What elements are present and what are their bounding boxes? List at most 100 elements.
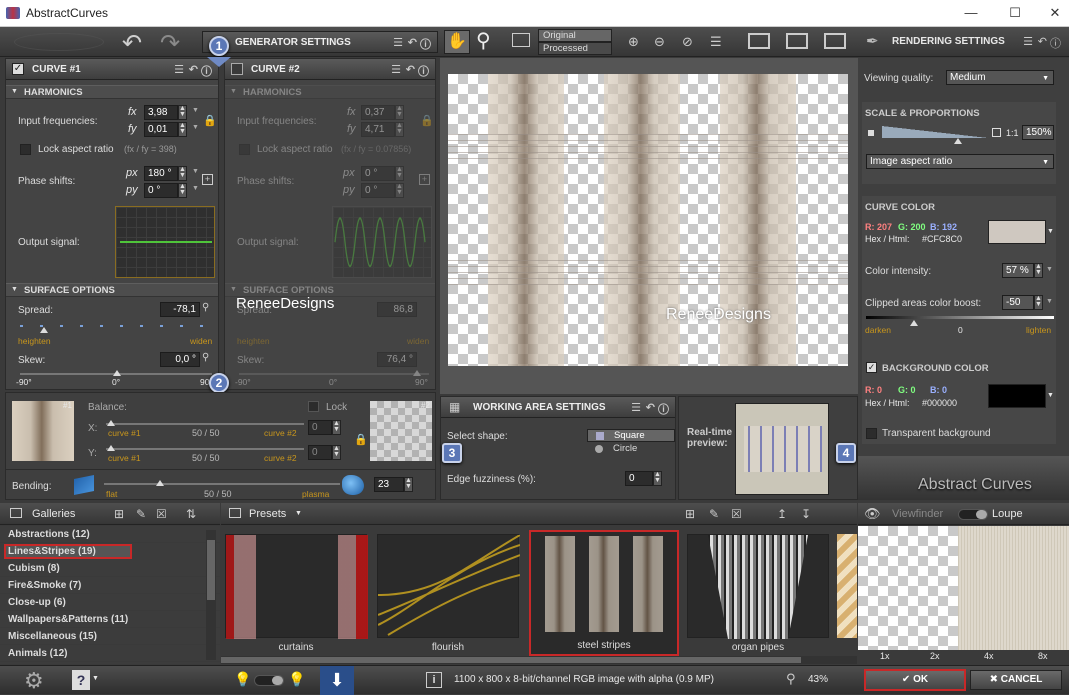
lock-aspect-checkbox[interactable] xyxy=(239,144,250,155)
balance-lock-checkbox[interactable] xyxy=(308,401,319,412)
info-icon[interactable]: ⓘ xyxy=(420,36,431,52)
presets-scrollbar[interactable] xyxy=(221,656,857,664)
gallery-item[interactable]: Miscellaneous (15) xyxy=(0,628,220,645)
scale-thumb[interactable] xyxy=(954,138,962,144)
menu-icon[interactable]: ☰ xyxy=(174,63,184,76)
compare-icon[interactable] xyxy=(512,33,530,47)
balance-x-track[interactable] xyxy=(106,423,304,425)
menu-icon[interactable]: ☰ xyxy=(391,63,401,76)
menu-icon[interactable]: ☰ xyxy=(1023,35,1033,48)
skew-slider-thumb[interactable] xyxy=(113,370,121,376)
curve2-thumbnail[interactable] xyxy=(370,401,432,461)
reset-icon[interactable]: ↶ xyxy=(1038,35,1047,48)
add-gallery-icon[interactable]: ⊞ xyxy=(114,507,124,521)
chevron-down-icon[interactable]: ▼ xyxy=(1046,298,1053,305)
harmonics-section[interactable]: HARMONICS ▼ xyxy=(6,85,218,99)
viewfinder-title[interactable]: Viewfinder xyxy=(892,508,943,520)
py-dropdown-icon[interactable]: ▼ xyxy=(192,185,199,192)
background-color-checkbox[interactable]: ✓ xyxy=(866,362,877,373)
help-icon[interactable]: ? xyxy=(72,670,90,690)
background-color-swatch[interactable] xyxy=(988,384,1046,408)
zoom-out-icon[interactable]: ⊖ xyxy=(654,34,665,50)
chevron-down-icon[interactable]: ▼ xyxy=(1047,228,1054,235)
fx-input[interactable]: 3,98 xyxy=(144,105,178,120)
lock-icon[interactable]: 🔒 xyxy=(203,114,217,127)
balance-x-thumb[interactable] xyxy=(107,420,115,426)
delete-icon[interactable]: ☒ xyxy=(731,507,742,521)
skew-search-icon[interactable]: ⚲ xyxy=(202,352,209,363)
preset-thumb-partial[interactable] xyxy=(837,534,857,638)
zoom-menu-icon[interactable]: ☰ xyxy=(710,34,722,50)
upload-icon[interactable]: ↥ xyxy=(777,507,787,521)
lock-aspect-checkbox[interactable] xyxy=(20,144,31,155)
transparent-background-checkbox[interactable] xyxy=(866,428,877,439)
zoom-1x[interactable]: 1x xyxy=(880,651,890,661)
color-intensity-input[interactable]: 57 % xyxy=(1002,263,1034,278)
sort-icon[interactable]: ⇅ xyxy=(186,507,196,521)
loupe-title[interactable]: Loupe xyxy=(992,508,1023,520)
py-input[interactable]: 0 ° xyxy=(144,183,178,198)
reset-icon[interactable]: ↶ xyxy=(408,36,417,49)
add-preset-icon[interactable]: ⊞ xyxy=(685,507,695,521)
bending-track[interactable] xyxy=(104,483,340,485)
preset-thumb[interactable]: curtains xyxy=(225,534,368,653)
info-icon[interactable]: i xyxy=(426,672,442,688)
balance-y-thumb[interactable] xyxy=(107,445,115,451)
fullscreen-icon[interactable] xyxy=(824,33,846,49)
phase-add-icon[interactable]: + xyxy=(419,174,430,185)
boost-gradient[interactable] xyxy=(866,316,1054,319)
zoom-8x[interactable]: 8x xyxy=(1038,651,1048,661)
boost-spinner[interactable]: ▲ ▼ xyxy=(1034,295,1043,310)
zoom-4x[interactable]: 4x xyxy=(984,651,994,661)
harmonics-section[interactable]: HARMONICS ▼ xyxy=(225,85,435,99)
fx-spinner[interactable]: ▲ ▼ xyxy=(395,105,404,120)
color-intensity-spinner[interactable]: ▲ ▼ xyxy=(1034,263,1043,278)
skew-track[interactable] xyxy=(239,373,429,375)
reset-icon[interactable]: ↶ xyxy=(646,401,655,414)
info-icon[interactable]: ⓘ xyxy=(418,63,429,79)
plasma-icon[interactable] xyxy=(342,475,364,495)
balance-x-spinner[interactable]: ▲ ▼ xyxy=(332,420,341,435)
curve1-thumbnail[interactable] xyxy=(12,401,74,461)
settings-gear-icon[interactable]: ⚙ xyxy=(24,668,44,694)
square-option[interactable]: Square xyxy=(587,429,675,442)
balance-y-spinner[interactable]: ▲ ▼ xyxy=(332,445,341,460)
px-input[interactable]: 0 ° xyxy=(361,166,395,181)
info-icon[interactable]: ⓘ xyxy=(658,401,669,417)
curve1-checkbox[interactable]: ✓ xyxy=(12,63,24,75)
fy-input[interactable]: 0,01 xyxy=(144,122,178,137)
fx-input[interactable]: 0,37 xyxy=(361,105,395,120)
curve-color-swatch[interactable] xyxy=(988,220,1046,244)
circle-option[interactable]: Circle xyxy=(587,443,675,456)
spread-slider-thumb[interactable] xyxy=(40,327,48,333)
preset-thumb[interactable]: organ pipes xyxy=(687,534,829,653)
gallery-item[interactable]: Animals (12) xyxy=(0,645,220,662)
balance-y-track[interactable] xyxy=(106,448,304,450)
zoom-in-icon[interactable]: ⊕ xyxy=(628,34,639,50)
gallery-item[interactable]: Cubism (8) xyxy=(0,560,220,577)
skew-input[interactable]: 0,0 ° xyxy=(160,352,200,367)
edit-icon[interactable]: ✎ xyxy=(709,507,719,521)
bending-input[interactable]: 23 xyxy=(374,477,404,492)
balance-y-input[interactable]: 0 xyxy=(308,445,332,460)
reset-icon[interactable]: ↶ xyxy=(406,63,415,76)
px-spinner[interactable]: ▲ ▼ xyxy=(178,166,187,181)
loupe-view[interactable] xyxy=(858,526,1069,650)
ok-button[interactable]: ✔ OK xyxy=(864,669,966,691)
aspect-ratio-select[interactable]: Image aspect ratio ▼ xyxy=(866,154,1054,169)
bending-spinner[interactable]: ▲ ▼ xyxy=(404,477,413,492)
download-icon[interactable]: ↧ xyxy=(801,507,811,521)
phase-add-icon[interactable]: + xyxy=(202,174,213,185)
balance-lock-icon[interactable]: 🔒 xyxy=(354,433,368,446)
preview-canvas[interactable]: ReneeDesigns xyxy=(448,74,848,366)
preset-thumb[interactable]: flourish xyxy=(377,534,521,653)
light-toggle[interactable] xyxy=(254,675,284,686)
px-input[interactable]: 180 ° xyxy=(144,166,178,181)
actual-size-icon[interactable] xyxy=(786,33,808,49)
gallery-item-selected[interactable]: Lines&Stripes (19) xyxy=(4,544,132,559)
gallery-item[interactable]: Fire&Smoke (7) xyxy=(0,577,220,594)
edge-fuzziness-spinner[interactable]: ▲ ▼ xyxy=(653,471,662,486)
gallery-item[interactable]: Wallpapers&Patterns (11) xyxy=(0,611,220,628)
gallery-item[interactable]: Close-up (6) xyxy=(0,594,220,611)
info-icon[interactable]: ⓘ xyxy=(1050,35,1061,51)
